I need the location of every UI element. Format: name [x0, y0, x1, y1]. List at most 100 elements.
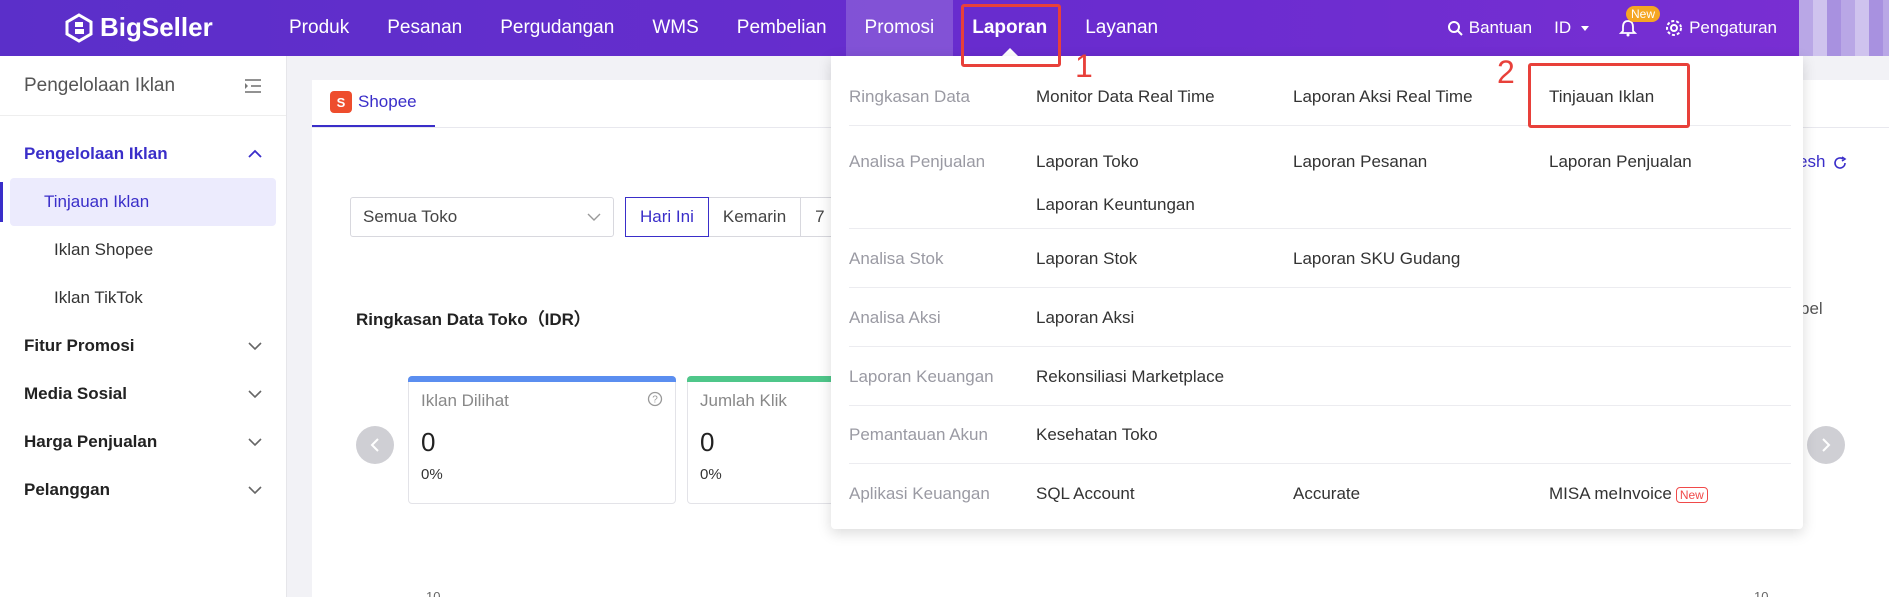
report-category: Aplikasi Keuangan — [849, 484, 990, 503]
link-marketplace-reconciliation[interactable]: Rekonsiliasi Marketplace — [1036, 367, 1224, 387]
gear-icon — [1666, 20, 1683, 36]
report-category: Analisa Stok — [849, 249, 944, 268]
nav-wms[interactable]: WMS — [633, 0, 717, 56]
chevron-down-icon — [248, 438, 262, 447]
chevron-down-icon — [248, 390, 262, 399]
shopee-icon: S — [330, 91, 352, 113]
report-category: Analisa Penjualan — [849, 152, 986, 171]
link-store-report[interactable]: Laporan Toko — [1036, 152, 1139, 172]
annotation-box-ad-overview — [1528, 63, 1690, 128]
card-label: Jumlah Klik — [700, 391, 787, 410]
link-stock-report[interactable]: Laporan Stok — [1036, 249, 1137, 269]
new-tag: New — [1675, 486, 1708, 503]
chevron-down-icon — [248, 342, 262, 351]
help-link[interactable]: Bantuan — [1447, 18, 1532, 38]
sidebar-section-label: Pengelolaan Iklan — [24, 144, 168, 163]
link-order-report[interactable]: Laporan Pesanan — [1293, 152, 1427, 172]
tab-label: Shopee — [358, 92, 417, 111]
refresh-link[interactable]: esh — [1798, 152, 1847, 172]
report-row-account: Pemantauan Akun Kesehatan Toko — [849, 406, 1791, 464]
sidebar-section-social[interactable]: Media Sosial — [0, 370, 286, 418]
link-warehouse-sku-report[interactable]: Laporan SKU Gudang — [1293, 249, 1460, 269]
nav-pesanan[interactable]: Pesanan — [368, 0, 481, 56]
help-circle-icon[interactable]: ? — [647, 391, 663, 407]
refresh-icon — [1834, 155, 1847, 169]
sidebar-section-label: Pelanggan — [24, 480, 110, 499]
chart-axis-tick: 10 — [1754, 589, 1769, 597]
user-avatar[interactable] — [1799, 0, 1889, 56]
sidebar-item-tiktok-ads[interactable]: Iklan TikTok — [10, 274, 276, 322]
table-toggle-fragment[interactable]: bel — [1800, 299, 1823, 319]
card-label-row: Iklan Dilihat ? — [421, 391, 663, 411]
report-category: Pemantauan Akun — [849, 425, 988, 444]
link-accurate[interactable]: Accurate — [1293, 484, 1360, 504]
link-sales-report[interactable]: Laporan Penjualan — [1549, 152, 1692, 172]
store-select-value: Semua Toko — [363, 207, 458, 226]
top-nav: BigSeller Produk Pesanan Pergudangan WMS… — [0, 0, 1889, 56]
search-icon — [1447, 21, 1463, 36]
date-range-buttons: Hari Ini Kemarin 7 — [625, 197, 840, 237]
card-percent: 0% — [421, 466, 443, 483]
carousel-next-button[interactable] — [1807, 426, 1845, 464]
chevron-left-icon — [370, 438, 379, 452]
sidebar-header: Pengelolaan Iklan — [0, 56, 286, 116]
report-category: Laporan Keuangan — [849, 367, 994, 386]
chevron-down-icon — [587, 213, 601, 221]
svg-text:?: ? — [652, 395, 658, 406]
report-category: Ringkasan Data — [849, 87, 970, 106]
language-label: ID — [1554, 18, 1572, 37]
link-action-report[interactable]: Laporan Aksi — [1036, 308, 1134, 328]
metric-card-impressions: Iklan Dilihat ? 0 0% — [408, 376, 676, 504]
link-sql-account[interactable]: SQL Account — [1036, 484, 1135, 504]
chevron-up-icon — [248, 149, 262, 158]
sidebar-item-shopee-ads[interactable]: Iklan Shopee — [10, 226, 276, 274]
brand-logo[interactable]: BigSeller — [64, 12, 213, 43]
new-badge: New — [1626, 6, 1661, 22]
language-select[interactable]: ID — [1554, 18, 1597, 38]
annotation-number-2: 2 — [1497, 54, 1515, 90]
store-select[interactable]: Semua Toko — [350, 197, 614, 237]
carousel-prev-button[interactable] — [356, 426, 394, 464]
sidebar-section-pricing[interactable]: Harga Penjualan — [0, 418, 286, 466]
sidebar-item-ad-overview[interactable]: Tinjauan Iklan — [0, 178, 276, 226]
chevron-down-icon — [248, 486, 262, 495]
date-yesterday-button[interactable]: Kemarin — [707, 197, 802, 237]
sidebar-section-label: Fitur Promosi — [24, 336, 135, 355]
summary-title: Ringkasan Data Toko（IDR） — [356, 310, 591, 329]
report-row-finance: Laporan Keuangan Rekonsiliasi Marketplac… — [849, 347, 1791, 406]
nav-promosi[interactable]: Promosi — [845, 0, 954, 56]
date-today-button[interactable]: Hari Ini — [625, 197, 709, 237]
help-label: Bantuan — [1468, 18, 1533, 37]
settings-link[interactable]: Pengaturan — [1665, 18, 1777, 38]
link-misa-meinvoice[interactable]: MISA meInvoice New — [1549, 484, 1708, 504]
card-value: 0 — [421, 427, 436, 457]
link-profit-report[interactable]: Laporan Keuntungan — [1036, 195, 1195, 215]
caret-down-icon — [1581, 26, 1590, 31]
nav-pembelian[interactable]: Pembelian — [718, 0, 846, 56]
sidebar-section-promo[interactable]: Fitur Promosi — [0, 322, 286, 370]
bigseller-logo-icon — [65, 12, 93, 43]
link-realtime-monitor[interactable]: Monitor Data Real Time — [1036, 87, 1215, 107]
annotation-box-laporan — [961, 4, 1061, 67]
chart-axis-tick: 10 — [426, 589, 441, 597]
settings-label: Pengaturan — [1689, 18, 1777, 37]
sidebar-section-customers[interactable]: Pelanggan — [0, 466, 286, 514]
report-row-sales: Analisa Penjualan Laporan Toko Laporan P… — [849, 126, 1791, 229]
annotation-number-1: 1 — [1075, 48, 1093, 84]
sidebar-title: Pengelolaan Iklan — [24, 74, 176, 96]
sidebar-section-ads[interactable]: Pengelolaan Iklan — [0, 130, 286, 178]
report-category: Analisa Aksi — [849, 308, 941, 327]
card-accent-bar — [408, 376, 676, 382]
tab-shopee[interactable]: S Shopee — [312, 79, 435, 127]
nav-pergudangan[interactable]: Pergudangan — [481, 0, 633, 56]
report-row-finance-apps: Aplikasi Keuangan SQL Account Accurate M… — [849, 464, 1791, 524]
sidebar: Pengelolaan Iklan Pengelolaan Iklan Tinj… — [0, 56, 287, 597]
link-label: MISA meInvoice — [1549, 484, 1672, 503]
chevron-right-icon — [1822, 438, 1831, 452]
report-row-stock: Analisa Stok Laporan Stok Laporan SKU Gu… — [849, 229, 1791, 288]
nav-produk[interactable]: Produk — [270, 0, 368, 56]
link-realtime-actions[interactable]: Laporan Aksi Real Time — [1293, 87, 1473, 107]
link-store-health[interactable]: Kesehatan Toko — [1036, 425, 1158, 445]
card-label: Iklan Dilihat — [421, 391, 509, 410]
collapse-menu-icon[interactable] — [244, 78, 262, 94]
